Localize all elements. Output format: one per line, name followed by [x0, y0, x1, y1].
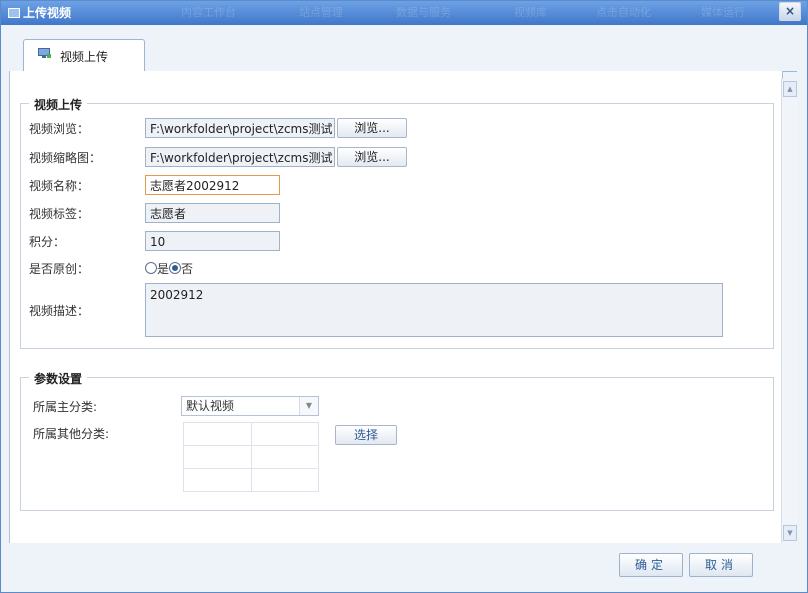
- category-cell: [250, 445, 319, 469]
- content-panel: 视频上传 视频浏览： F:\workfolder\project\zcms测试 …: [9, 71, 783, 544]
- vertical-scrollbar[interactable]: ▲ ▼: [781, 79, 797, 543]
- video-file-input[interactable]: F:\workfolder\project\zcms测试: [145, 118, 335, 138]
- thumbnail-file-input[interactable]: F:\workfolder\project\zcms测试: [145, 147, 335, 167]
- upload-fieldset: 视频上传 视频浏览： F:\workfolder\project\zcms测试 …: [20, 96, 774, 349]
- background-tab: 点击自动化: [596, 6, 651, 19]
- tab-bar: 视频上传: [9, 33, 797, 72]
- video-name-input[interactable]: 志愿者2002912: [145, 175, 280, 195]
- other-category-list: [183, 422, 319, 492]
- video-tags-input[interactable]: 志愿者: [145, 203, 280, 223]
- choose-category-button[interactable]: 选择: [335, 425, 397, 445]
- other-category-label: 所属其他分类:: [33, 427, 110, 441]
- browse-thumbnail-label: 视频缩略图：: [29, 151, 102, 165]
- points-input[interactable]: 10: [145, 231, 280, 251]
- background-tab: 视频库: [514, 6, 547, 19]
- description-textarea[interactable]: 2002912: [145, 283, 723, 337]
- main-category-select[interactable]: 默认视频 ▼: [181, 396, 319, 416]
- background-tab: 站点管理: [299, 6, 343, 19]
- upload-video-dialog: 内容工作台 站点管理 数据与服务 视频库 点击自动化 媒体运行 上传视频 × 视…: [0, 0, 808, 593]
- background-tab: 数据与服务: [396, 6, 451, 19]
- description-label: 视频描述：: [29, 304, 90, 318]
- category-cell: [183, 422, 252, 446]
- cancel-button[interactable]: 取消: [689, 553, 753, 577]
- dialog-footer: 确定 取消: [1, 543, 807, 592]
- tab-video-upload[interactable]: 视频上传: [23, 39, 145, 72]
- browse-video-label: 视频浏览：: [29, 122, 90, 136]
- upload-legend: 视频上传: [29, 96, 88, 113]
- window-title: 上传视频: [23, 6, 72, 20]
- points-label: 积分：: [29, 235, 66, 249]
- original-yes-label[interactable]: 是: [157, 262, 169, 276]
- category-cell: [183, 468, 252, 492]
- video-name-label: 视频名称：: [29, 179, 90, 193]
- params-fieldset: 参数设置 所属主分类: 默认视频 ▼ 所属其他分类: 选择: [20, 370, 774, 511]
- params-legend: 参数设置: [29, 370, 88, 387]
- main-category-label: 所属主分类:: [33, 400, 98, 414]
- chevron-down-icon: ▼: [299, 397, 318, 415]
- background-tab: 媒体运行: [701, 6, 745, 19]
- category-cell: [183, 445, 252, 469]
- background-tab: 内容工作台: [181, 6, 236, 19]
- tab-label: 视频上传: [60, 50, 109, 64]
- close-button[interactable]: ×: [779, 2, 801, 21]
- monitor-upload-icon: [38, 48, 51, 58]
- main-category-value: 默认视频: [186, 399, 235, 413]
- browse-thumbnail-button[interactable]: 浏览...: [337, 147, 407, 167]
- original-no-label[interactable]: 否: [181, 262, 193, 276]
- original-yes-radio[interactable]: [145, 262, 157, 274]
- title-bar: 内容工作台 站点管理 数据与服务 视频库 点击自动化 媒体运行 上传视频 ×: [1, 1, 807, 25]
- browse-video-button[interactable]: 浏览...: [337, 118, 407, 138]
- original-no-radio[interactable]: [169, 262, 182, 274]
- original-radio-group: 是否: [145, 260, 193, 277]
- video-tags-label: 视频标签：: [29, 207, 90, 221]
- category-cell: [250, 468, 319, 492]
- window-icon: [8, 8, 20, 18]
- original-label: 是否原创：: [29, 262, 90, 276]
- scroll-down-icon[interactable]: ▼: [783, 525, 797, 541]
- scroll-up-icon[interactable]: ▲: [783, 81, 797, 97]
- ok-button[interactable]: 确定: [619, 553, 683, 577]
- category-cell: [250, 422, 319, 446]
